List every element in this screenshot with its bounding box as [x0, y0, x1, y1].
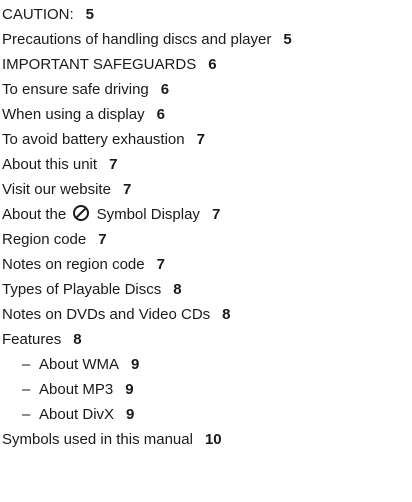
toc-entry-page: 7 [98, 231, 107, 248]
toc-entry-page: 9 [125, 381, 134, 398]
toc-entry-page: 9 [126, 406, 135, 423]
toc-entry-page: 5 [85, 6, 95, 23]
toc-entry-page: 7 [109, 156, 118, 173]
toc-entry-dash: – [22, 406, 31, 423]
toc-entry-title: About WMA [39, 356, 120, 373]
toc-entry-caution[interactable]: CAUTION: 5 [0, 2, 412, 27]
toc-entry-title: About this unit [2, 156, 98, 173]
toc-entry-title: About MP3 [39, 381, 114, 398]
toc-entry-title: CAUTION: [2, 6, 74, 23]
toc-entry-dash: – [22, 356, 31, 373]
toc-entry-symbol-display[interactable]: About the Symbol Display 7 [0, 202, 412, 227]
toc-entry-dvds-video-cds[interactable]: Notes on DVDs and Video CDs 8 [0, 302, 412, 327]
toc-entry-page: 8 [222, 306, 231, 323]
toc-subentry-wma[interactable]: – About WMA 9 [0, 352, 412, 377]
toc-entry-important-safeguards[interactable]: IMPORTANT SAFEGUARDS 6 [0, 52, 412, 77]
toc-entry-page: 6 [208, 56, 217, 73]
toc-entry-website[interactable]: Visit our website 7 [0, 177, 412, 202]
toc-entry-page: 9 [131, 356, 140, 373]
no-symbol-icon [73, 205, 90, 221]
toc-entry-title: Visit our website [2, 181, 111, 198]
toc-entry-battery-exhaustion[interactable]: To avoid battery exhaustion 7 [0, 127, 412, 152]
toc-entry-title: About DivX [39, 406, 115, 423]
toc-entry-page: 5 [283, 31, 292, 48]
toc-entry-title: Notes on region code [2, 256, 145, 273]
toc-entry-safe-driving[interactable]: To ensure safe driving 6 [0, 77, 412, 102]
toc-entry-title: Notes on DVDs and Video CDs [2, 306, 211, 323]
toc-entry-region-code[interactable]: Region code 7 [0, 227, 412, 252]
toc-entry-page: 8 [173, 281, 182, 298]
toc-entry-page: 8 [73, 331, 82, 348]
toc-entry-page: 7 [122, 181, 132, 198]
toc-entry-symbols-used[interactable]: Symbols used in this manual 10 [0, 427, 412, 452]
toc-entry-page: 10 [204, 431, 222, 448]
toc-entry-features[interactable]: Features 8 [0, 327, 412, 352]
toc-entry-page: 7 [211, 206, 221, 223]
toc-subentry-divx[interactable]: – About DivX 9 [0, 402, 412, 427]
toc-entry-title-after: Symbol Display [96, 206, 200, 223]
toc-entry-precautions[interactable]: Precautions of handling discs and player… [0, 27, 412, 52]
toc-entry-page: 7 [156, 256, 165, 273]
toc-subentry-mp3[interactable]: – About MP3 9 [0, 377, 412, 402]
toc-entry-title-before: About the [2, 206, 67, 223]
table-of-contents: CAUTION: 5 Precautions of handling discs … [0, 2, 412, 452]
toc-entry-page: 6 [160, 81, 170, 98]
toc-entry-title: Types of Playable Discs [2, 281, 162, 298]
toc-entry-title: When using a display [2, 106, 145, 123]
toc-entry-title: IMPORTANT SAFEGUARDS [2, 56, 197, 73]
toc-entry-dash: – [22, 381, 31, 398]
toc-entry-title: Region code [2, 231, 87, 248]
toc-entry-playable-discs[interactable]: Types of Playable Discs 8 [0, 277, 412, 302]
toc-entry-page: 7 [196, 131, 205, 148]
toc-entry-title: Symbols used in this manual [2, 431, 193, 448]
toc-entry-using-display[interactable]: When using a display 6 [0, 102, 412, 127]
toc-entry-page: 6 [156, 106, 165, 123]
toc-entry-notes-region-code[interactable]: Notes on region code 7 [0, 252, 412, 277]
toc-entry-title: Features [2, 331, 62, 348]
toc-entry-about-unit[interactable]: About this unit 7 [0, 152, 412, 177]
toc-entry-title: Precautions of handling discs and player [2, 31, 272, 48]
toc-entry-title: To avoid battery exhaustion [2, 131, 185, 148]
toc-entry-title: To ensure safe driving [2, 81, 149, 98]
